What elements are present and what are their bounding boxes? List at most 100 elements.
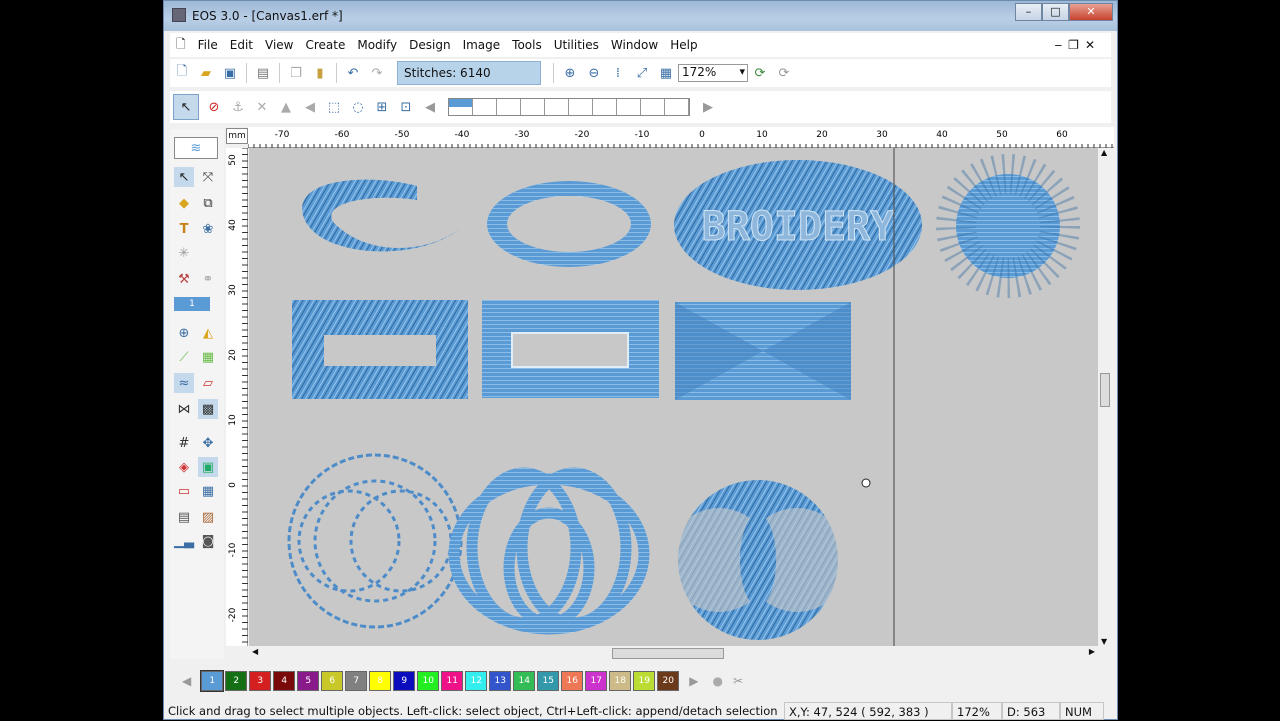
paste-icon[interactable]: ▮ — [311, 64, 329, 82]
color-swatch-14[interactable]: 14 — [513, 671, 536, 691]
color-swatch-3[interactable]: 3 — [249, 671, 272, 691]
vertical-scrollbar[interactable]: ▲ ▼ — [1098, 148, 1112, 646]
embroidery-rings[interactable] — [448, 467, 650, 635]
lasso-icon[interactable]: ◌ — [349, 98, 367, 116]
applique-icon[interactable]: ▩ — [198, 399, 218, 419]
design-canvas[interactable]: BROIDERY — [249, 148, 1098, 646]
redo-icon[interactable]: ↷ — [368, 64, 386, 82]
hammer-icon[interactable]: ⚒ — [174, 269, 194, 289]
color-swatch-12[interactable]: 12 — [465, 671, 488, 691]
menu-tools[interactable]: Tools — [506, 38, 548, 52]
horizontal-scrollbar[interactable]: ◀ ▶ — [249, 646, 1098, 661]
zoom-selection-icon[interactable]: ⁞ — [609, 64, 627, 82]
merge-icon[interactable]: ⚭ — [198, 269, 218, 289]
picture-edit-icon[interactable]: ▨ — [198, 507, 218, 527]
color-swatch-10[interactable]: 10 — [417, 671, 440, 691]
fill-tool-icon[interactable]: ◆ — [174, 193, 194, 213]
group-icon[interactable]: ⊞ — [373, 98, 391, 116]
color-swatch-9[interactable]: 9 — [393, 671, 416, 691]
menu-design[interactable]: Design — [403, 38, 456, 52]
color-swatch-1[interactable]: 1 — [200, 670, 225, 692]
zoom-fit-icon[interactable]: ⤢ — [633, 64, 651, 82]
eraser-icon[interactable]: ◈ — [174, 457, 194, 477]
color-swatch-16[interactable]: 16 — [561, 671, 584, 691]
prev-frame-icon[interactable]: ◀ — [421, 98, 439, 116]
zoom-in-icon[interactable]: ⊕ — [561, 64, 579, 82]
menu-help[interactable]: Help — [664, 38, 703, 52]
delete-icon[interactable]: ✕ — [253, 98, 271, 116]
color-swatch-5[interactable]: 5 — [297, 671, 320, 691]
colors-prev-icon[interactable]: ◀ — [182, 674, 191, 688]
stitch-preview-icon[interactable]: ≋ — [174, 137, 218, 159]
satin-icon[interactable]: ⋈ — [174, 399, 194, 419]
chart-tool-icon[interactable]: ⟋ — [174, 347, 194, 367]
histogram-icon[interactable]: ▁▃ — [174, 531, 194, 551]
ungroup-icon[interactable]: ⊡ — [397, 98, 415, 116]
embroidery-rect-frame-1[interactable] — [292, 300, 468, 399]
stop-icon[interactable]: ⊘ — [205, 98, 223, 116]
close-button[interactable]: ✕ — [1069, 3, 1113, 21]
color-swatch-18[interactable]: 18 — [609, 671, 632, 691]
table-grid-icon[interactable]: ▦ — [198, 481, 218, 501]
monogram-icon[interactable]: ❀ — [198, 219, 218, 239]
rounded-rect-icon[interactable]: ▭ — [174, 481, 194, 501]
color-swatch-2[interactable]: 2 — [225, 671, 248, 691]
frame-slider[interactable] — [448, 98, 690, 116]
flip-horizontal-icon[interactable]: ◀ — [301, 98, 319, 116]
node-edit-icon[interactable]: ⤧ — [198, 167, 218, 187]
print-icon[interactable]: ▤ — [254, 64, 272, 82]
marquee-select-icon[interactable]: ⬚ — [325, 98, 343, 116]
color-swatch-8[interactable]: 8 — [369, 671, 392, 691]
menu-view[interactable]: View — [259, 38, 299, 52]
menu-modify[interactable]: Modify — [351, 38, 403, 52]
color-swatch-20[interactable]: 20 — [657, 671, 680, 691]
next-frame-icon[interactable]: ▶ — [699, 98, 717, 116]
color-swatch-15[interactable]: 15 — [537, 671, 560, 691]
magic-wand-icon[interactable]: ✳ — [174, 243, 194, 263]
transform-icon[interactable]: ⧉ — [198, 193, 218, 213]
embroidery-text-oval[interactable]: BROIDERY — [674, 160, 922, 290]
embroidery-venn-circle[interactable] — [667, 480, 849, 640]
measure-icon[interactable]: ◭ — [198, 323, 218, 343]
embroidery-radial-circle[interactable] — [936, 154, 1080, 298]
scissors-icon[interactable]: ✂ — [733, 674, 743, 688]
flip-vertical-icon[interactable]: ▲ — [277, 98, 295, 116]
grid-tool-icon[interactable]: ▦ — [198, 347, 218, 367]
color-swatch-13[interactable]: 13 — [489, 671, 512, 691]
color-swatch-19[interactable]: 19 — [633, 671, 656, 691]
color-swatch-4[interactable]: 4 — [273, 671, 296, 691]
color-swatch-17[interactable]: 17 — [585, 671, 608, 691]
menu-edit[interactable]: Edit — [224, 38, 259, 52]
text-tool-icon[interactable]: T — [174, 219, 194, 239]
move-icon[interactable]: ✥ — [198, 433, 218, 453]
redraw-icon[interactable]: ⟳ — [775, 64, 793, 82]
hoop-icon[interactable]: ▣ — [198, 457, 218, 477]
menu-file[interactable]: File — [192, 38, 224, 52]
current-color[interactable]: 1 — [174, 297, 210, 311]
menu-image[interactable]: Image — [457, 38, 507, 52]
zoom-select[interactable]: 172% — [678, 64, 748, 82]
new-icon[interactable]: 🗋 — [173, 64, 191, 82]
copy-icon[interactable]: ❐ — [287, 64, 305, 82]
embroidery-oval-ring[interactable] — [487, 181, 651, 267]
color-swatch-6[interactable]: 6 — [321, 671, 344, 691]
pointer-tool-icon[interactable]: ↖ — [174, 167, 194, 187]
image-icon[interactable]: ▤ — [174, 507, 194, 527]
camera-icon[interactable]: ◙ — [198, 531, 218, 551]
menu-utilities[interactable]: Utilities — [548, 38, 605, 52]
menu-create[interactable]: Create — [299, 38, 351, 52]
zoom-actual-icon[interactable]: ▦ — [657, 64, 675, 82]
menu-window[interactable]: Window — [605, 38, 664, 52]
running-stitch-icon[interactable]: ≈ — [174, 373, 194, 393]
zoom-tool-icon[interactable]: ⊕ — [174, 323, 194, 343]
color-swatch-11[interactable]: 11 — [441, 671, 464, 691]
hoop-grid-icon[interactable]: # — [174, 433, 194, 453]
embroidery-rect-frame-2[interactable] — [482, 300, 659, 398]
minimize-button[interactable]: – — [1015, 3, 1042, 21]
maximize-button[interactable]: □ — [1042, 3, 1069, 21]
mdi-controls[interactable]: ‒❐✕ — [1049, 38, 1107, 52]
thread-icon[interactable]: ● — [712, 674, 722, 688]
eraser-outline-icon[interactable]: ▱ — [198, 373, 218, 393]
zoom-out-icon[interactable]: ⊖ — [585, 64, 603, 82]
save-icon[interactable]: ▣ — [221, 64, 239, 82]
